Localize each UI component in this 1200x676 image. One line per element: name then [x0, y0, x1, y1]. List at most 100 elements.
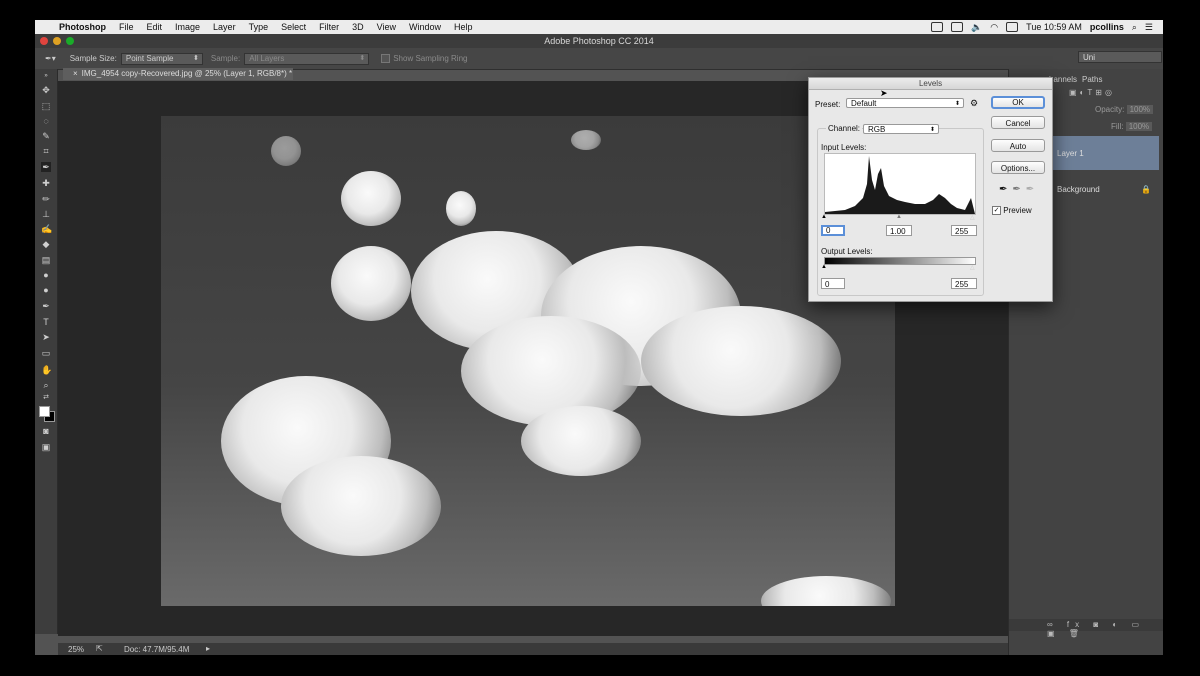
wifi-icon[interactable]: ◠ [990, 22, 998, 33]
swap-colors-icon[interactable]: ⇄ [41, 393, 51, 403]
output-white-slider[interactable]: △ [970, 264, 975, 271]
hand-tool-icon[interactable]: ✋ [41, 365, 52, 375]
gamma-slider[interactable]: ▲ [896, 214, 902, 220]
input-slider-track[interactable]: ▲ ▲ △ [821, 214, 975, 221]
fill-control[interactable]: Fill: 100% [1111, 122, 1153, 131]
options-button[interactable]: Options... [991, 161, 1045, 174]
menu-image[interactable]: Image [175, 22, 200, 32]
zoom-level[interactable]: 25% [68, 645, 84, 654]
tab-paths[interactable]: Paths [1082, 75, 1102, 84]
zoom-tool-icon[interactable]: ⌕ [41, 380, 51, 390]
lasso-tool-icon[interactable]: ◌ [41, 116, 51, 126]
crop-tool-icon[interactable]: ⌗ [41, 146, 51, 156]
preview-label: Preview [1003, 206, 1032, 215]
input-black-field[interactable]: 0 [821, 225, 845, 236]
app-menu[interactable]: Photoshop [59, 22, 106, 32]
status-menu-icon[interactable]: ▸ [206, 644, 210, 653]
layer-row-layer-1[interactable]: Layer 1 [1025, 136, 1159, 170]
eyedropper-tool-icon[interactable]: ✒ [41, 162, 51, 172]
show-sampling-ring-checkbox[interactable] [381, 54, 391, 64]
screen-mode-icon[interactable]: ▣ [41, 442, 51, 452]
volume-icon[interactable]: 🔈 [971, 22, 982, 33]
cancel-button[interactable]: Cancel [991, 116, 1045, 129]
layer-name[interactable]: Background [1057, 185, 1100, 194]
preview-option[interactable]: ✓ Preview [992, 206, 1032, 216]
document-tab[interactable]: × IMG_4954 copy-Recovered.jpg @ 25% (Laye… [63, 68, 293, 80]
airplay-icon[interactable] [951, 22, 964, 32]
input-white-field[interactable]: 255 [951, 225, 977, 236]
user-name[interactable]: pcollins [1090, 22, 1124, 32]
preset-select[interactable]: Default ⬍ [846, 98, 964, 108]
menu-layer[interactable]: Layer [213, 22, 236, 32]
notification-center-icon[interactable]: ☰ [1145, 22, 1153, 33]
brush-tool-icon[interactable]: ✏ [41, 194, 51, 204]
layer-actions-icons[interactable]: ∞ fx ◙ ◐ ▭ ▣ 🗑 [1047, 620, 1163, 638]
menu-view[interactable]: View [377, 22, 396, 32]
quick-mask-icon[interactable]: ◙ [41, 426, 51, 436]
minimize-window-icon[interactable] [53, 37, 61, 45]
layer-filter-icons[interactable]: ▣◐T⊞◎ [1069, 88, 1115, 97]
zoom-window-icon[interactable] [66, 37, 74, 45]
opacity-control[interactable]: Opacity: 100% [1095, 105, 1154, 114]
panel-collapse-icon[interactable]: » [41, 71, 51, 81]
clone-stamp-tool-icon[interactable]: ⊥ [41, 209, 51, 219]
ok-button[interactable]: OK [991, 96, 1045, 109]
output-black-field[interactable]: 0 [821, 278, 845, 289]
foreground-color-swatch[interactable] [39, 406, 50, 417]
export-icon[interactable]: ⇱ [96, 644, 103, 653]
menu-filter[interactable]: Filter [319, 22, 339, 32]
input-gamma-field[interactable]: 1.00 [886, 225, 912, 236]
rectangle-tool-icon[interactable]: ▭ [41, 348, 51, 358]
dodge-tool-icon[interactable]: ● [41, 285, 51, 295]
menu-window[interactable]: Window [409, 22, 441, 32]
layer-row-background[interactable]: Background 🔒 [1025, 172, 1159, 206]
close-document-icon[interactable]: × [73, 69, 78, 78]
fill-value[interactable]: 100% [1125, 122, 1153, 131]
blur-tool-icon[interactable]: ● [41, 270, 51, 280]
output-black-slider[interactable]: ▲ [821, 264, 827, 270]
eraser-tool-icon[interactable]: ◆ [41, 239, 51, 249]
menu-file[interactable]: File [119, 22, 134, 32]
preset-options-gear-icon[interactable]: ⚙ [970, 98, 978, 109]
healing-brush-tool-icon[interactable]: ✚ [41, 178, 51, 188]
marquee-tool-icon[interactable]: ⬚ [41, 101, 51, 111]
output-slider-track[interactable]: ▲ △ [821, 264, 975, 271]
type-tool-icon[interactable]: T [41, 317, 51, 327]
history-brush-tool-icon[interactable]: ✍ [41, 224, 52, 234]
black-eyedropper-icon[interactable]: ✒ [999, 184, 1012, 195]
gradient-tool-icon[interactable]: ▤ [41, 255, 51, 265]
sample-select[interactable]: All Layers ⬍ [244, 52, 370, 65]
black-point-slider[interactable]: ▲ [821, 214, 827, 220]
show-sampling-ring-option[interactable]: Show Sampling Ring [381, 54, 467, 64]
cloud [341, 171, 401, 226]
clock[interactable]: Tue 10:59 AM [1026, 22, 1082, 32]
battery-icon[interactable] [1006, 22, 1019, 32]
output-white-field[interactable]: 255 [951, 278, 977, 289]
sample-size-label: Sample Size: [69, 54, 117, 63]
preview-checkbox[interactable]: ✓ [992, 206, 1001, 216]
status-icon[interactable] [931, 22, 944, 32]
tab-channels[interactable]: hannels [1049, 75, 1077, 84]
move-tool-icon[interactable]: ✥ [41, 85, 51, 95]
gray-eyedropper-icon[interactable]: ✒ [1012, 184, 1025, 195]
spotlight-search-icon[interactable]: ⌕ [1132, 22, 1137, 33]
sample-size-select[interactable]: Point Sample ⬍ [120, 52, 203, 65]
menu-edit[interactable]: Edit [147, 22, 163, 32]
close-window-icon[interactable] [40, 37, 48, 45]
channel-select[interactable]: RGB ⬍ [863, 124, 939, 134]
opacity-value[interactable]: 100% [1126, 105, 1154, 114]
menu-3d[interactable]: 3D [352, 22, 364, 32]
auto-button[interactable]: Auto [991, 139, 1045, 152]
menu-type[interactable]: Type [249, 22, 269, 32]
menu-select[interactable]: Select [281, 22, 306, 32]
white-point-slider[interactable]: △ [970, 214, 975, 221]
pen-tool-icon[interactable]: ✒ [41, 301, 51, 311]
eyedropper-preset-icon[interactable]: ✒▾ [45, 54, 56, 63]
menu-help[interactable]: Help [454, 22, 473, 32]
path-selection-tool-icon[interactable]: ➤ [41, 332, 51, 342]
layer-name[interactable]: Layer 1 [1057, 149, 1084, 158]
document-image[interactable] [161, 116, 895, 606]
workspace-select[interactable]: Uni [1078, 51, 1162, 63]
white-eyedropper-icon[interactable]: ✒ [1026, 184, 1039, 195]
quick-selection-tool-icon[interactable]: ✎ [41, 131, 51, 141]
